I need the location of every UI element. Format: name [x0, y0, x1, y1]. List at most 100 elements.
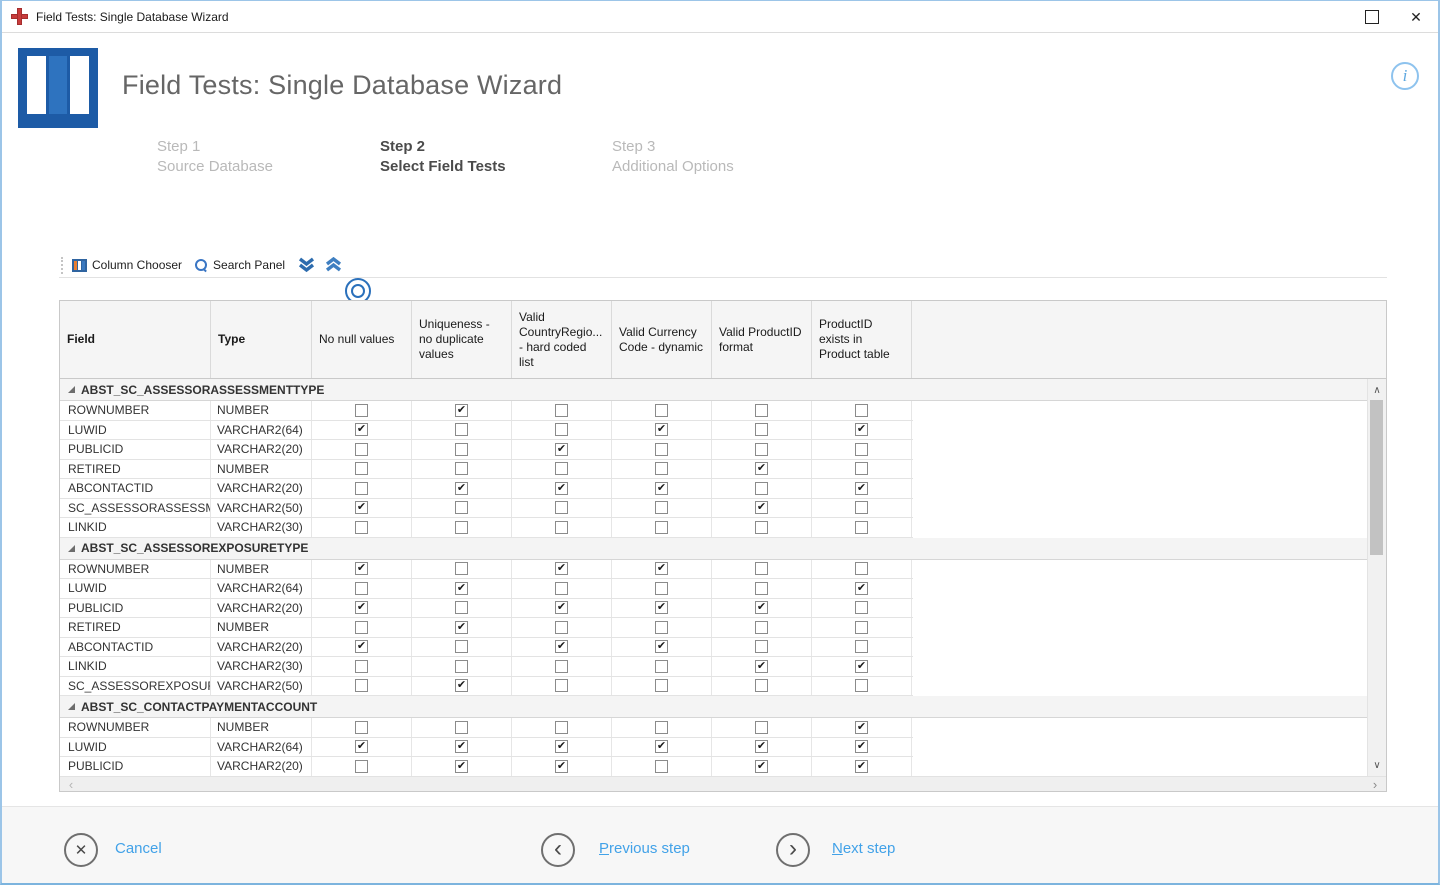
checkbox-checked[interactable]: ✔ [355, 423, 368, 436]
checkbox-checked[interactable]: ✔ [455, 621, 468, 634]
checkbox-unchecked[interactable] [855, 521, 868, 534]
checkbox-checked[interactable]: ✔ [455, 582, 468, 595]
checkbox-checked[interactable]: ✔ [455, 740, 468, 753]
checkbox-unchecked[interactable] [555, 521, 568, 534]
checkbox-checked[interactable]: ✔ [755, 760, 768, 773]
checkbox-checked[interactable]: ✔ [855, 721, 868, 734]
checkbox-checked[interactable]: ✔ [755, 601, 768, 614]
checkbox-checked[interactable]: ✔ [855, 740, 868, 753]
checkbox-unchecked[interactable] [855, 501, 868, 514]
checkbox-unchecked[interactable] [655, 660, 668, 673]
checkbox-unchecked[interactable] [755, 582, 768, 595]
checkbox-unchecked[interactable] [655, 721, 668, 734]
checkbox-unchecked[interactable] [755, 562, 768, 575]
group-expand-icon[interactable] [68, 703, 75, 710]
checkbox-unchecked[interactable] [755, 640, 768, 653]
info-button[interactable]: i [1391, 62, 1419, 90]
checkbox-unchecked[interactable] [355, 462, 368, 475]
checkbox-unchecked[interactable] [355, 721, 368, 734]
checkbox-unchecked[interactable] [555, 462, 568, 475]
checkbox-checked[interactable]: ✔ [355, 562, 368, 575]
checkbox-unchecked[interactable] [755, 721, 768, 734]
expand-all-button[interactable] [297, 257, 316, 273]
checkbox-unchecked[interactable] [755, 679, 768, 692]
checkbox-checked[interactable]: ✔ [655, 562, 668, 575]
checkbox-checked[interactable]: ✔ [755, 660, 768, 673]
checkbox-unchecked[interactable] [855, 404, 868, 417]
column-header[interactable]: Uniqueness - no duplicate values [412, 301, 512, 378]
column-header[interactable]: Valid ProductID format [712, 301, 812, 378]
scroll-left-icon[interactable]: ‹ [62, 777, 80, 791]
group-row[interactable]: ABST_SC_ASSESSORASSESSMENTTYPE [60, 379, 1367, 401]
group-row[interactable]: ABST_SC_ASSESSOREXPOSURETYPE [60, 538, 1367, 560]
checkbox-unchecked[interactable] [555, 660, 568, 673]
checkbox-unchecked[interactable] [455, 660, 468, 673]
checkbox-unchecked[interactable] [355, 760, 368, 773]
checkbox-unchecked[interactable] [755, 423, 768, 436]
checkbox-checked[interactable]: ✔ [455, 482, 468, 495]
checkbox-unchecked[interactable] [655, 679, 668, 692]
checkbox-checked[interactable]: ✔ [655, 482, 668, 495]
scroll-right-icon[interactable]: › [1366, 777, 1384, 791]
checkbox-checked[interactable]: ✔ [555, 443, 568, 456]
toolbar-grip[interactable] [61, 257, 66, 274]
checkbox-unchecked[interactable] [555, 582, 568, 595]
search-panel-button[interactable]: Search Panel [194, 258, 285, 272]
checkbox-unchecked[interactable] [455, 423, 468, 436]
checkbox-unchecked[interactable] [455, 640, 468, 653]
checkbox-unchecked[interactable] [655, 760, 668, 773]
checkbox-checked[interactable]: ✔ [855, 660, 868, 673]
checkbox-unchecked[interactable] [555, 721, 568, 734]
checkbox-checked[interactable]: ✔ [755, 740, 768, 753]
checkbox-unchecked[interactable] [855, 443, 868, 456]
checkbox-unchecked[interactable] [455, 521, 468, 534]
column-header[interactable]: No null values [312, 301, 412, 378]
group-expand-icon[interactable] [68, 545, 75, 552]
checkbox-unchecked[interactable] [555, 621, 568, 634]
checkbox-unchecked[interactable] [355, 404, 368, 417]
cancel-label[interactable]: Cancel [115, 840, 162, 857]
collapse-all-button[interactable] [324, 257, 343, 273]
checkbox-checked[interactable]: ✔ [355, 601, 368, 614]
checkbox-checked[interactable]: ✔ [555, 482, 568, 495]
checkbox-unchecked[interactable] [655, 462, 668, 475]
column-chooser-button[interactable]: Column Chooser [72, 258, 182, 272]
column-header[interactable]: Field [60, 301, 211, 378]
checkbox-checked[interactable]: ✔ [355, 740, 368, 753]
vertical-scrollbar-thumb[interactable] [1370, 400, 1383, 555]
checkbox-unchecked[interactable] [855, 562, 868, 575]
checkbox-unchecked[interactable] [655, 621, 668, 634]
checkbox-checked[interactable]: ✔ [455, 679, 468, 692]
checkbox-unchecked[interactable] [755, 521, 768, 534]
checkbox-unchecked[interactable] [655, 501, 668, 514]
checkbox-checked[interactable]: ✔ [355, 640, 368, 653]
checkbox-checked[interactable]: ✔ [555, 562, 568, 575]
checkbox-checked[interactable]: ✔ [655, 640, 668, 653]
next-step-button[interactable]: › [776, 833, 810, 867]
group-row[interactable]: ABST_SC_CONTACTPAYMENTACCOUNT [60, 696, 1367, 718]
checkbox-checked[interactable]: ✔ [855, 423, 868, 436]
checkbox-checked[interactable]: ✔ [555, 760, 568, 773]
checkbox-checked[interactable]: ✔ [555, 640, 568, 653]
column-header[interactable]: Valid CountryRegio... - hard coded list [512, 301, 612, 378]
checkbox-unchecked[interactable] [555, 501, 568, 514]
checkbox-checked[interactable]: ✔ [755, 462, 768, 475]
checkbox-unchecked[interactable] [655, 521, 668, 534]
close-button[interactable]: ✕ [1394, 1, 1438, 32]
checkbox-checked[interactable]: ✔ [855, 760, 868, 773]
checkbox-unchecked[interactable] [355, 621, 368, 634]
checkbox-checked[interactable]: ✔ [855, 582, 868, 595]
next-step-label[interactable]: Next step [832, 840, 895, 857]
checkbox-checked[interactable]: ✔ [655, 740, 668, 753]
checkbox-unchecked[interactable] [555, 404, 568, 417]
checkbox-unchecked[interactable] [855, 679, 868, 692]
checkbox-checked[interactable]: ✔ [355, 501, 368, 514]
checkbox-checked[interactable]: ✔ [655, 601, 668, 614]
column-header[interactable]: Valid Currency Code - dynamic [612, 301, 712, 378]
maximize-button[interactable] [1350, 1, 1394, 32]
checkbox-unchecked[interactable] [855, 601, 868, 614]
horizontal-scrollbar[interactable]: ‹ › [60, 776, 1386, 791]
previous-step-label[interactable]: Previous step [599, 840, 690, 857]
previous-step-button[interactable]: ‹ [541, 833, 575, 867]
scroll-up-icon[interactable]: ∧ [1368, 381, 1386, 399]
